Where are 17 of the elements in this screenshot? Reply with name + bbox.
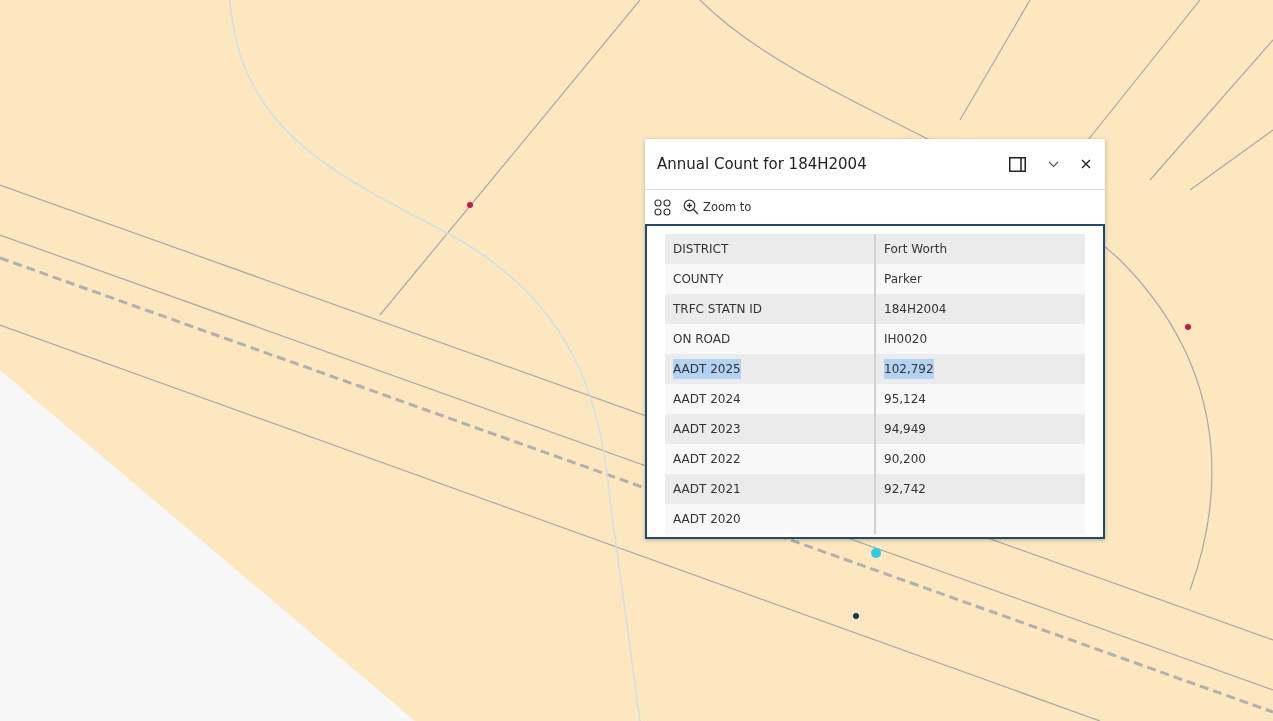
value-cell-text: 92,742	[883, 481, 927, 498]
grid-icon[interactable]	[654, 198, 671, 216]
value-cell-text: Fort Worth	[883, 241, 949, 258]
value-cell-text: 184H2004	[883, 301, 948, 318]
field-cell: AADT 2020	[665, 504, 876, 534]
chevron-down-icon[interactable]	[1048, 160, 1059, 168]
value-cell-text: 94,949	[883, 421, 927, 438]
close-icon[interactable]	[1081, 159, 1091, 169]
value-cell-text: IH0020	[883, 331, 929, 348]
zoom-to-button[interactable]: Zoom to	[683, 199, 752, 215]
value-cell-text: Parker	[883, 271, 923, 288]
zoom-in-icon	[683, 199, 699, 215]
dock-icon[interactable]	[1009, 156, 1026, 172]
value-cell-text: 90,200	[883, 451, 927, 468]
value-cell: 102,792	[876, 354, 1085, 384]
popup-title: Annual Count for 184H2004	[657, 155, 868, 173]
value-cell-text: 95,124	[883, 391, 927, 408]
